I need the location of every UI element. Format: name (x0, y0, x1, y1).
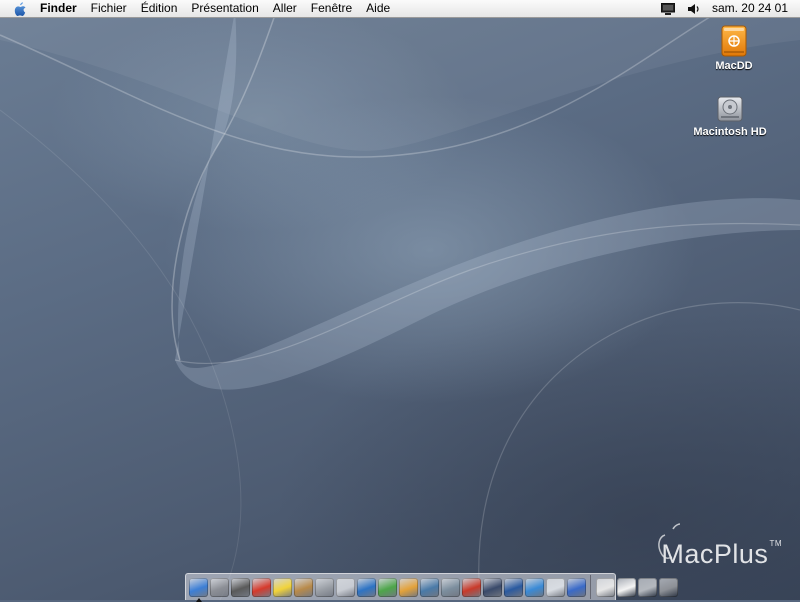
desktop-icon-label: MacDD (715, 60, 753, 72)
menu-fichier[interactable]: Fichier (91, 0, 127, 17)
document-icon[interactable] (617, 577, 636, 597)
menu-aide[interactable]: Aide (366, 0, 390, 17)
menu-finder[interactable]: Finder (40, 0, 77, 17)
dashboard-icon[interactable] (638, 577, 657, 597)
dock-tray (595, 577, 679, 597)
calculator-icon[interactable] (315, 577, 334, 597)
acrobat-icon[interactable] (462, 577, 481, 597)
itunes-icon[interactable] (378, 577, 397, 597)
text-edit-icon[interactable] (336, 577, 355, 597)
apple-outline-icon (658, 523, 681, 559)
ical-icon[interactable] (252, 577, 271, 597)
menu-clock[interactable]: sam. 20 24 01 (712, 0, 788, 17)
menu-bar: Finder Fichier Édition Présentation Alle… (0, 0, 800, 18)
watermark-tm: TM (769, 539, 782, 548)
desktop-background (0, 0, 800, 600)
trash-icon[interactable] (659, 577, 678, 597)
dock-separator (590, 575, 591, 599)
address-book-icon[interactable] (294, 577, 313, 597)
firewire-drive-icon (721, 25, 747, 57)
mail-icon[interactable] (546, 577, 565, 597)
dock (185, 573, 678, 602)
menu-aller[interactable]: Aller (273, 0, 297, 17)
menu-fenetre[interactable]: Fenêtre (311, 0, 352, 17)
network-utility-icon[interactable] (483, 577, 502, 597)
ichat-icon[interactable] (567, 577, 586, 597)
wallpaper-swooshes (0, 0, 800, 600)
system-preferences-icon[interactable] (441, 577, 460, 597)
menu-presentation[interactable]: Présentation (191, 0, 258, 17)
desktop-icon-label: Macintosh HD (693, 126, 767, 138)
hard-drive-icon (717, 96, 743, 122)
display-icon[interactable] (660, 2, 676, 16)
printer-icon[interactable] (231, 577, 250, 597)
script-editor-icon[interactable] (504, 577, 523, 597)
finder-icon[interactable] (189, 577, 208, 602)
system-profiler-icon[interactable] (210, 577, 229, 597)
macplus-watermark: MacPlusTM (658, 523, 782, 570)
safari-icon[interactable] (525, 577, 544, 597)
volume-icon[interactable] (686, 2, 702, 16)
imovie-icon[interactable] (420, 577, 439, 597)
menu-edition[interactable]: Édition (141, 0, 178, 17)
internet-explorer-icon[interactable] (357, 577, 376, 597)
home-folder-icon[interactable] (596, 577, 615, 597)
desktop-icon-macdd[interactable]: MacDD (689, 24, 779, 72)
apple-logo-icon[interactable] (12, 1, 28, 17)
desktop-icon-macintosh-hd[interactable]: Macintosh HD (685, 94, 775, 138)
iphoto-icon[interactable] (399, 577, 418, 597)
dock-apps (188, 577, 587, 602)
stickies-icon[interactable] (273, 577, 292, 597)
